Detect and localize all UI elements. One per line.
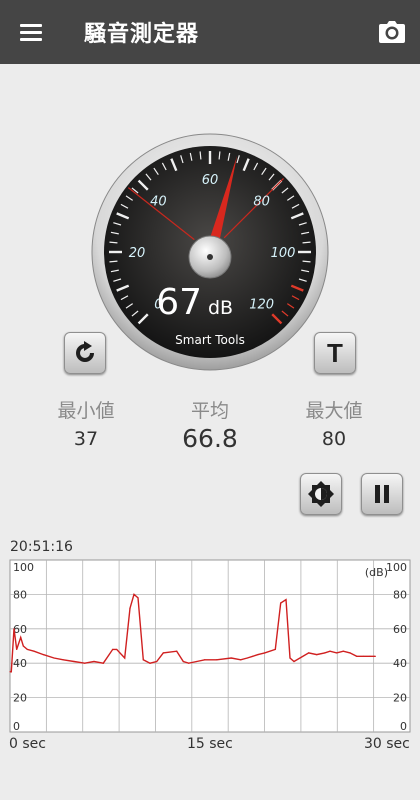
camera-button[interactable] xyxy=(376,16,408,48)
gauge-tick xyxy=(199,151,202,160)
chart-y-tick-label-right: 80 xyxy=(393,588,407,601)
scale-label-80: 80 xyxy=(253,194,270,209)
x-label-start: 0 sec xyxy=(9,736,46,752)
chart-y-tick-label-left: 40 xyxy=(13,657,27,670)
chart-y-tick-label-right: 40 xyxy=(393,657,407,670)
chart-y-tick-label-right: 60 xyxy=(393,623,407,636)
reset-button[interactable] xyxy=(64,332,106,374)
camera-icon xyxy=(379,21,405,43)
chart-plot-area xyxy=(9,559,411,733)
max-value: 80 xyxy=(321,428,347,450)
pause-icon xyxy=(375,485,389,503)
brightness-button[interactable] xyxy=(300,473,342,515)
gauge-value: 67 xyxy=(156,282,202,323)
x-label-mid: 15 sec xyxy=(187,736,233,752)
min-label: 最小値 xyxy=(57,400,115,422)
chart-y-tick-label-left: 0 xyxy=(13,720,20,733)
chart-y-tick-label-left: 20 xyxy=(13,692,27,705)
chart-y-tick-label-left: 80 xyxy=(13,588,27,601)
t-label: T xyxy=(327,337,343,368)
scale-label-60: 60 xyxy=(202,173,219,188)
brightness-icon xyxy=(308,481,334,507)
scale-label-120: 120 xyxy=(249,298,274,313)
app-bar: 騒音測定器 xyxy=(0,0,420,64)
gauge-tick xyxy=(302,260,311,263)
text-mode-button[interactable]: T xyxy=(314,332,356,374)
scale-label-20: 20 xyxy=(129,246,146,261)
x-label-end: 30 sec xyxy=(364,736,410,752)
history-chart: 100806040200 100806040200 (dB) xyxy=(9,559,411,733)
gauge-unit: dB xyxy=(208,297,233,319)
graph-timestamp: 20:51:16 xyxy=(10,539,73,555)
menu-button[interactable] xyxy=(14,18,50,46)
min-value: 37 xyxy=(73,428,99,450)
app-title: 騒音測定器 xyxy=(84,22,200,47)
gauge-tick xyxy=(302,241,311,244)
scale-label-40: 40 xyxy=(150,194,167,209)
sound-level-gauge: 0 20 40 60 80 100 120 67 dB Smart Tools xyxy=(91,133,329,371)
chart-y-tick-label-left: 100 xyxy=(13,561,34,574)
chart-y-tick-label-right: 100 xyxy=(386,561,407,574)
avg-label: 平均 xyxy=(190,400,229,422)
chart-y-tick-label-right: 20 xyxy=(393,692,407,705)
chart-y-tick-label-right: 0 xyxy=(400,720,407,733)
scale-label-100: 100 xyxy=(271,246,296,261)
max-label: 最大値 xyxy=(305,400,363,422)
gauge-tick xyxy=(109,260,118,263)
avg-value: 66.8 xyxy=(182,424,238,453)
gauge-tick xyxy=(109,241,118,244)
menu-icon xyxy=(20,24,42,27)
pause-button[interactable] xyxy=(361,473,403,515)
gauge-brand: Smart Tools xyxy=(175,333,245,347)
refresh-icon xyxy=(76,341,94,362)
gauge-tick xyxy=(218,151,221,160)
chart-unit-label: (dB) xyxy=(365,566,388,579)
